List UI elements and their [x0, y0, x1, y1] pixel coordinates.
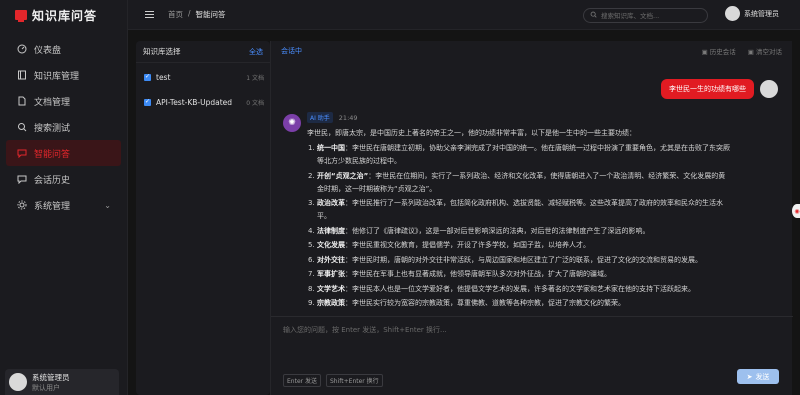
- breadcrumb-current: 智能问答: [195, 10, 226, 19]
- chevron-down-icon: ⌄: [104, 200, 111, 210]
- sidebar-item-smart-qa[interactable]: 智能问答: [6, 140, 121, 166]
- dashboard-icon: [16, 44, 27, 55]
- search-box[interactable]: [583, 8, 708, 23]
- document-icon: [16, 96, 27, 107]
- top-user-name: 系统管理员: [744, 9, 779, 18]
- ai-avatar-icon: ✺: [283, 114, 301, 132]
- breadcrumb-separator: /: [188, 9, 191, 18]
- kb-item[interactable]: ✓ API-Test-KB-Updated 0 文档: [136, 91, 270, 113]
- sidebar-item-search-test[interactable]: 搜索测试: [6, 114, 121, 140]
- user-message: 李世民一生的功绩有哪些: [661, 79, 778, 99]
- input-area: Enter 发送 Shift+Enter 换行 ➤ 发送: [271, 316, 793, 395]
- checkbox-checked-icon[interactable]: ✓: [144, 98, 151, 106]
- sidebar-item-label: 搜索测试: [34, 123, 71, 134]
- kb-item-name: test: [156, 72, 171, 82]
- monitor-icon: [15, 10, 27, 22]
- kb-item[interactable]: ✓ test 1 文档: [136, 66, 270, 88]
- search-input[interactable]: [601, 11, 701, 20]
- send-button[interactable]: ➤ 发送: [737, 369, 779, 384]
- shift-enter-hint: Shift+Enter 换行: [326, 374, 383, 387]
- kb-panel-title: 知识库选择: [143, 47, 181, 56]
- sidebar-user[interactable]: 系统管理员 默认用户: [5, 369, 119, 395]
- sidebar: 知识库问答 仪表盘 知识库管理 文档管理 搜索测试 智能问答 会话历史 系统管理…: [0, 0, 128, 395]
- history-session-button[interactable]: ▣ 历史会话: [702, 46, 736, 56]
- top-bar: 首页 / 智能问答 系统管理员: [128, 0, 800, 30]
- question-input[interactable]: [283, 325, 773, 365]
- list-item: 文学艺术：李世民本人也是一位文学爱好者，他提倡文学艺术的发展，许多著名的文学家和…: [308, 283, 695, 296]
- list-item: 统一中国：李世民在唐朝建立初期，协助父亲李渊完成了对中国的统一。他在唐朝统一过程…: [308, 142, 730, 165]
- checkbox-checked-icon[interactable]: ✓: [144, 73, 151, 81]
- list-item: 对外交往：李世民时期，唐朝的对外交往非常活跃，与周边国家和地区建立了广泛的联系，…: [308, 254, 702, 267]
- menu-toggle-icon[interactable]: [145, 11, 154, 18]
- kb-item-count: 1 文档: [246, 74, 264, 82]
- breadcrumb: 首页 / 智能问答: [168, 9, 226, 20]
- top-user-menu[interactable]: 系统管理员: [725, 6, 779, 21]
- list-item: 法律制度：他修订了《唐律疏议》，这是一部对后世影响深远的法典，对后世的法律制度产…: [308, 225, 650, 238]
- sidebar-item-label: 文档管理: [34, 97, 71, 108]
- ai-intro: 李世民，即唐太宗，是中国历史上著名的帝王之一，他的功绩非常丰富，以下是他一生中的…: [307, 129, 636, 137]
- enter-hint: Enter 发送: [283, 374, 322, 387]
- list-item: 开创“贞观之治”：李世民在位期间，实行了一系列政治、经济和文化改革，使得唐朝进入…: [308, 170, 726, 193]
- sidebar-item-label: 系统管理: [34, 201, 71, 212]
- ai-badge: AI 助手: [307, 112, 333, 123]
- kb-item-name: API-Test-KB-Updated: [156, 97, 233, 107]
- list-item: 政治改革：李世民推行了一系列政治改革，包括简化政府机构、选拔贤能、减轻赋税等。这…: [308, 197, 723, 220]
- chat-actions: ▣ 历史会话 ▣ 清空对话: [702, 46, 782, 56]
- floating-helper-icon[interactable]: ◉: [792, 204, 800, 218]
- session-status: 会话中: [281, 47, 302, 55]
- chat-panel: 会话中 ▣ 历史会话 ▣ 清空对话 李世民一生的功绩有哪些 ✺ AI 助手 21…: [270, 41, 793, 395]
- search-icon: [590, 11, 597, 21]
- select-all-link[interactable]: 全选: [249, 47, 263, 57]
- list-item: 文化发展：李世民重视文化教育，提倡儒学，开设了许多学校，如国子监，以培养人才。: [308, 239, 590, 252]
- send-label: 发送: [755, 372, 770, 381]
- app-title: 知识库问答: [32, 8, 98, 23]
- sidebar-item-label: 仪表盘: [34, 45, 62, 56]
- chat-header: 会话中 ▣ 历史会话 ▣ 清空对话: [271, 41, 792, 61]
- kb-selection-panel: 知识库选择 全选 ✓ test 1 文档 ✓ API-Test-KB-Updat…: [136, 41, 270, 395]
- gear-icon: [16, 200, 27, 211]
- user-message-bubble: 李世民一生的功绩有哪些: [661, 79, 754, 99]
- clear-chat-button[interactable]: ▣ 清空对话: [748, 46, 782, 56]
- sidebar-item-label: 智能问答: [34, 149, 71, 160]
- chat-icon: [16, 148, 27, 159]
- sidebar-item-label: 知识库管理: [34, 71, 80, 82]
- list-item: 宗教政策：李世民实行较为宽容的宗教政策，尊重佛教、道教等各种宗教，促进了宗教文化…: [308, 297, 625, 310]
- history-icon: [16, 174, 27, 185]
- sidebar-item-dashboard[interactable]: 仪表盘: [6, 36, 121, 62]
- sidebar-item-documents[interactable]: 文档管理: [6, 88, 121, 114]
- sidebar-item-kb-management[interactable]: 知识库管理: [6, 62, 121, 88]
- kb-item-count: 0 文档: [246, 99, 264, 107]
- user-role: 默认用户: [32, 383, 60, 392]
- ai-message-meta: AI 助手 21:49: [307, 112, 358, 123]
- sidebar-item-system[interactable]: 系统管理 ⌄: [6, 192, 121, 218]
- send-icon: ➤: [746, 372, 753, 381]
- ai-points-list: 统一中国：李世民在唐朝建立初期，协助父亲李渊完成了对中国的统一。他在唐朝统一过程…: [307, 142, 731, 310]
- list-item: 军事扩张：李世民在军事上也有显著成就，他领导唐朝军队多次对外征战，扩大了唐朝的疆…: [308, 268, 611, 281]
- book-icon: [16, 70, 27, 81]
- search-icon: [16, 122, 27, 133]
- avatar: [725, 6, 740, 21]
- ai-message-body: 李世民，即唐太宗，是中国历史上著名的帝王之一，他的功绩非常丰富，以下是他一生中的…: [307, 127, 731, 313]
- sidebar-item-chat-history[interactable]: 会话历史: [6, 166, 121, 192]
- avatar: [760, 80, 778, 98]
- ai-timestamp: 21:49: [338, 113, 358, 122]
- avatar: [9, 373, 27, 391]
- sidebar-item-label: 会话历史: [34, 175, 71, 186]
- user-name: 系统管理员: [32, 372, 70, 382]
- kb-panel-header: 知识库选择 全选: [136, 41, 270, 63]
- sidebar-menu: 仪表盘 知识库管理 文档管理 搜索测试 智能问答 会话历史 系统管理 ⌄: [0, 36, 127, 218]
- breadcrumb-home[interactable]: 首页: [168, 9, 183, 20]
- app-logo: 知识库问答: [0, 0, 127, 30]
